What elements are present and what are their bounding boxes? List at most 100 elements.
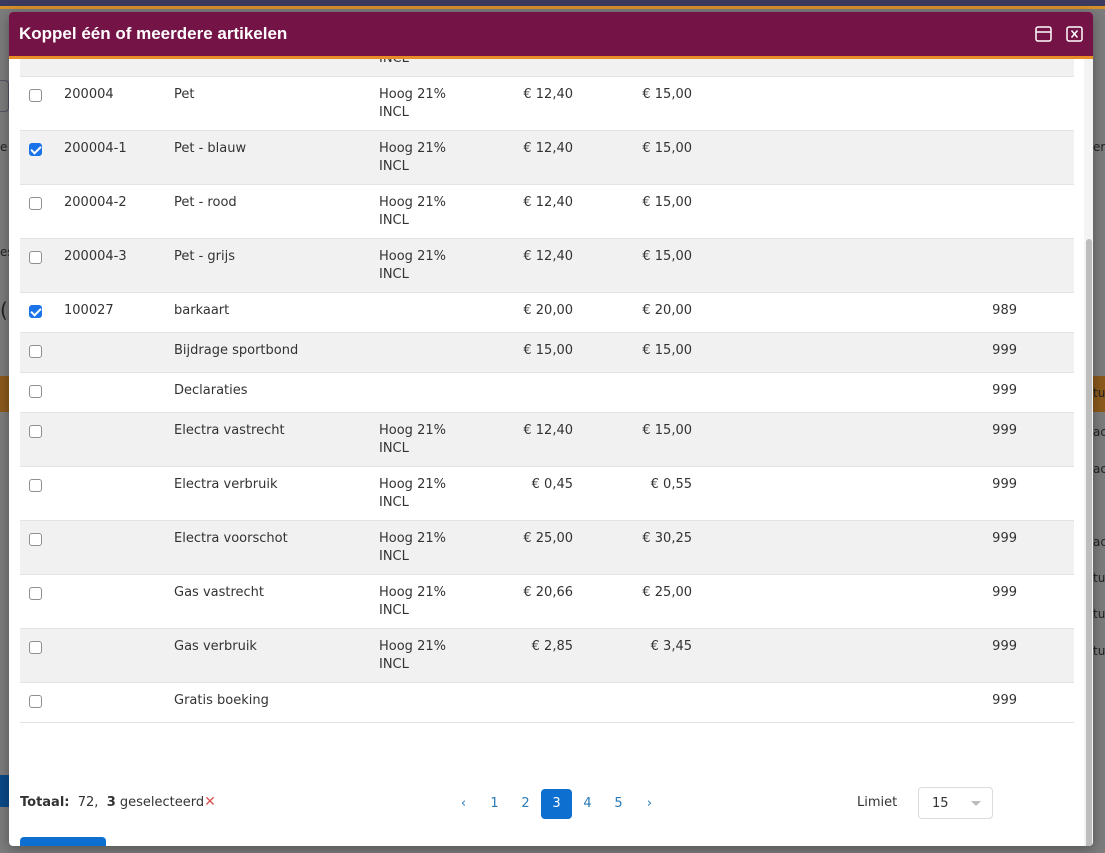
- article-name: Electra vastrecht: [174, 423, 285, 438]
- row-checkbox[interactable]: [29, 385, 42, 398]
- pagination-page-1[interactable]: 1: [479, 789, 510, 819]
- pagination-page-5[interactable]: 5: [603, 789, 634, 819]
- row-checkbox[interactable]: [29, 89, 42, 102]
- pagination-page-4[interactable]: 4: [572, 789, 603, 819]
- row-checkbox[interactable]: [29, 641, 42, 654]
- pagination-prev-button[interactable]: ‹: [448, 789, 479, 819]
- row-checkbox[interactable]: [29, 587, 42, 600]
- table-row[interactable]: Electra verbruik Hoog 21% INCL € 0,45 € 0,55…: [20, 466, 1074, 521]
- price-excl: € 12,40: [523, 249, 573, 264]
- row-checkbox[interactable]: [29, 197, 42, 210]
- row-checkbox[interactable]: [29, 143, 42, 156]
- row-checkbox[interactable]: [29, 479, 42, 492]
- row-checkbox-cell: [20, 59, 64, 77]
- article-name: Pet - grijs: [174, 249, 236, 264]
- price-incl: € 15,00: [642, 87, 692, 102]
- scrollbar-thumb[interactable]: [1086, 239, 1092, 846]
- row-checkbox[interactable]: [29, 695, 42, 708]
- table-row[interactable]: Bijdrage sportbond € 15,00 € 15,00 999: [20, 332, 1074, 373]
- pagination-page-3[interactable]: 3: [541, 789, 572, 819]
- background-edge-text: er: [1093, 140, 1105, 154]
- modal-header: Koppel één of meerdere artikelen: [9, 12, 1093, 59]
- row-checkbox[interactable]: [29, 345, 42, 358]
- article-code: [64, 521, 174, 575]
- article-name: T-shirt - rood - M: [174, 59, 379, 77]
- article-code: [64, 683, 174, 723]
- article-name: Pet - blauw: [174, 141, 247, 156]
- price-incl: € 15,00: [642, 249, 692, 264]
- table-row[interactable]: 200003-2T-shirt - rood - MHoog 21%INCL € …: [20, 59, 1074, 77]
- price-excl: [479, 683, 573, 723]
- article-code: [64, 413, 174, 467]
- stock: 999: [992, 693, 1017, 708]
- pagination: ‹ 1 2 3 4 5 ›: [448, 789, 665, 819]
- limit-label: Limiet: [857, 795, 898, 810]
- price-incl: [573, 373, 692, 413]
- row-spacer: [1017, 373, 1074, 413]
- row-checkbox[interactable]: [29, 533, 42, 546]
- article-name: Pet - rood: [174, 195, 237, 210]
- table-row[interactable]: 200004 Pet Hoog 21% INCL € 12,40 € 15,00: [20, 76, 1074, 131]
- vertical-scrollbar[interactable]: [1084, 59, 1093, 846]
- vat-type: INCL: [379, 213, 409, 228]
- vat-type: INCL: [379, 657, 409, 672]
- vat-type: INCL: [379, 105, 409, 120]
- vat-rate: Hoog 21%: [379, 87, 446, 102]
- stock: 999: [992, 585, 1017, 600]
- table-row[interactable]: 200004-3 Pet - grijs Hoog 21% INCL € 12,40 € …: [20, 238, 1074, 293]
- vat-cell: [379, 333, 479, 373]
- row-checkbox[interactable]: [29, 305, 42, 318]
- article-code: 200004-1: [64, 141, 127, 156]
- table-row[interactable]: 100027 barkaart € 20,00 € 20,00 989: [20, 292, 1074, 333]
- limit-select[interactable]: 15: [918, 787, 993, 819]
- table-row[interactable]: 200004-1 Pet - blauw Hoog 21% INCL € 12,40 € …: [20, 130, 1074, 185]
- article-code: 200004-3: [64, 249, 127, 264]
- article-name: barkaart: [174, 303, 230, 318]
- vat-cell: Hoog 21% INCL: [379, 575, 479, 629]
- table-row[interactable]: Gratis boeking 999: [20, 682, 1074, 723]
- price-incl: € 25,00: [573, 59, 692, 77]
- table-footer: Totaal: 72, 3 geselecteerd✕ ‹ 1 2 3 4 5 › Limi…: [20, 787, 1074, 819]
- vat-cell: Hoog 21%INCL: [379, 59, 479, 77]
- pagination-page-2[interactable]: 2: [510, 789, 541, 819]
- maximize-icon[interactable]: [1035, 26, 1052, 42]
- article-name: Gratis boeking: [174, 693, 269, 708]
- table-row[interactable]: Declaraties 999: [20, 372, 1074, 413]
- pagination-next-button[interactable]: ›: [634, 789, 665, 819]
- price-incl: € 15,00: [642, 423, 692, 438]
- table-row[interactable]: 200004-2 Pet - rood Hoog 21% INCL € 12,40 € 1…: [20, 184, 1074, 239]
- table-row[interactable]: Electra voorschot Hoog 21% INCL € 25,00 € 30…: [20, 520, 1074, 575]
- table-row[interactable]: Gas vastrecht Hoog 21% INCL € 20,66 € 25,00 9…: [20, 574, 1074, 629]
- row-checkbox[interactable]: [29, 251, 42, 264]
- row-checkbox-cell: [20, 413, 64, 467]
- total-label: Totaal:: [20, 795, 70, 810]
- price-incl: € 20,00: [642, 303, 692, 318]
- vat-type: INCL: [379, 603, 409, 618]
- row-checkbox-cell: [20, 77, 64, 131]
- price-incl: € 0,55: [650, 477, 692, 492]
- vat-type: INCL: [379, 495, 409, 510]
- vat-rate: Hoog 21%: [379, 249, 446, 264]
- table-row[interactable]: Electra vastrecht Hoog 21% INCL € 12,40 € 15…: [20, 412, 1074, 467]
- link-button[interactable]: Koppelen: [20, 837, 106, 846]
- row-spacer: [1017, 131, 1074, 185]
- article-code: 200004-2: [64, 195, 127, 210]
- vat-type: INCL: [379, 441, 409, 456]
- article-code: 200003-2: [64, 59, 174, 77]
- table-row[interactable]: Gas verbruik Hoog 21% INCL € 2,85 € 3,45 999: [20, 628, 1074, 683]
- vat-cell: Hoog 21%INCL: [379, 467, 479, 521]
- close-icon[interactable]: [1066, 26, 1083, 42]
- clear-selection-icon[interactable]: ✕: [204, 794, 216, 810]
- price-excl: € 0,45: [531, 477, 573, 492]
- row-checkbox[interactable]: [29, 425, 42, 438]
- background-left-control: [0, 80, 9, 112]
- vat-rate: Hoog 21%: [379, 585, 446, 600]
- row-checkbox-cell: [20, 239, 64, 293]
- vat-cell: [379, 373, 479, 413]
- stock: 999: [992, 343, 1017, 358]
- article-name: Gas vastrecht: [174, 585, 265, 600]
- article-name: Declaraties: [174, 383, 248, 398]
- price-incl: € 30,25: [642, 531, 692, 546]
- row-checkbox-cell: [20, 293, 64, 333]
- article-code: 200004: [64, 87, 114, 102]
